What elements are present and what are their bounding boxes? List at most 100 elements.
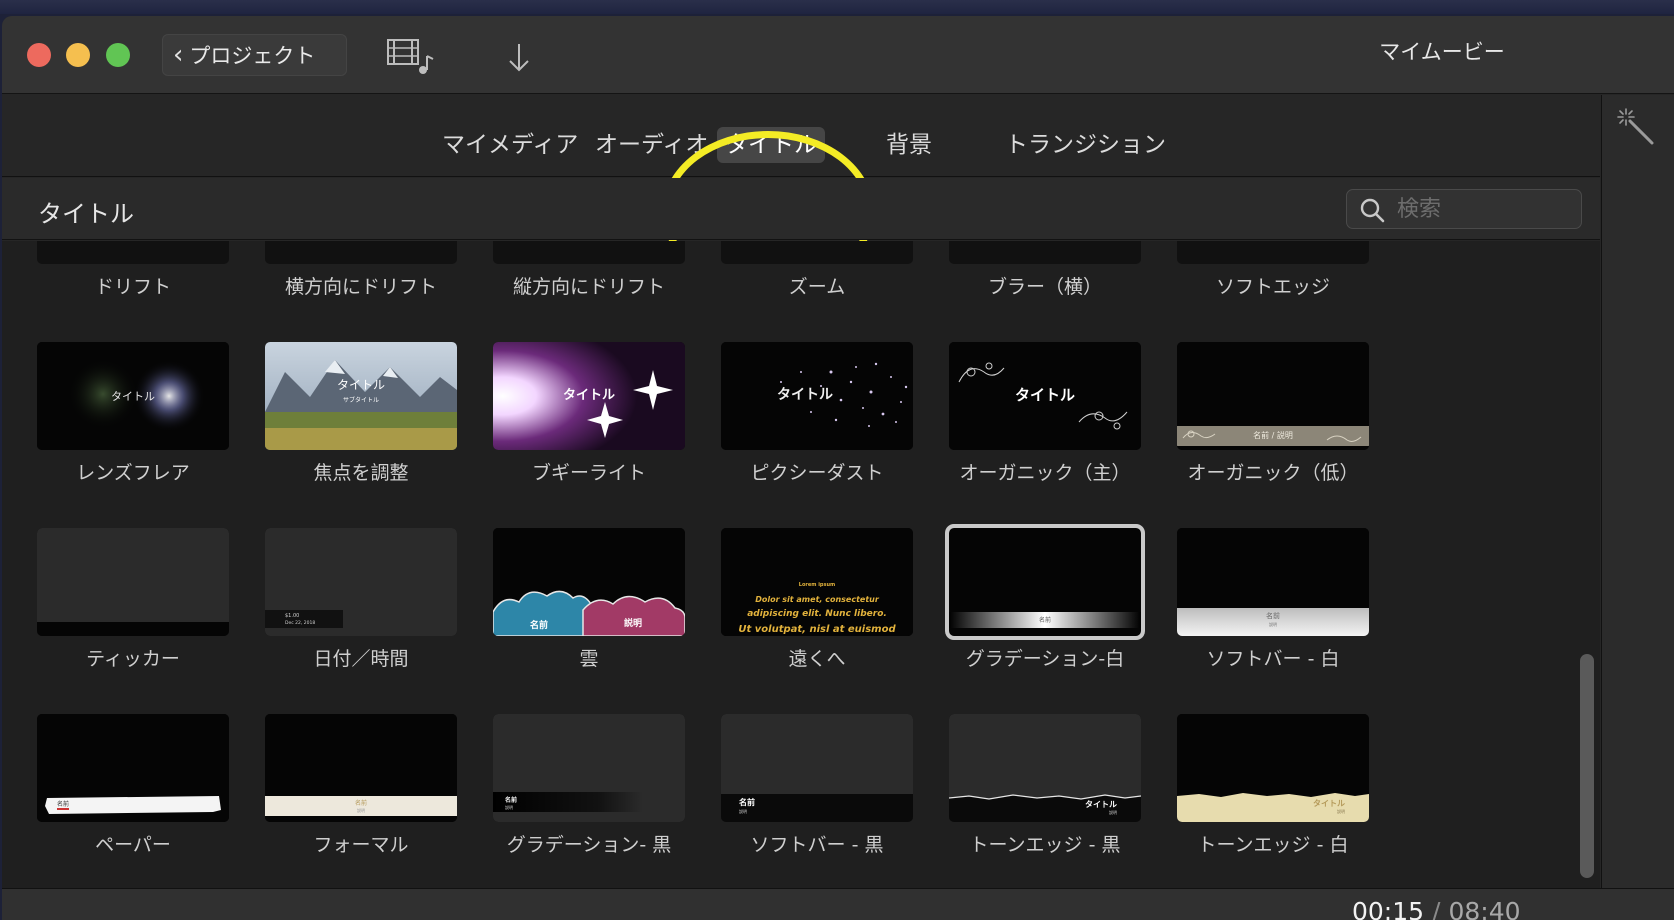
window-title: マイムービー <box>1379 40 1505 64</box>
torn-edge-black-thumbnail[interactable]: タイトル 説明 <box>949 714 1141 822</box>
title-thumbnail[interactable] <box>37 241 229 264</box>
adjust-focus-thumbnail[interactable]: タイトル サブタイトル <box>265 342 457 450</box>
back-to-projects-button[interactable]: ‹ プロジェクト <box>162 34 347 76</box>
thumb-date-line2: Dec 22, 2018 <box>285 620 315 626</box>
title-label: ブラー（横） <box>987 276 1102 298</box>
title-label: ソフトバー - 黒 <box>750 834 884 856</box>
thumb-name-text: 名前 <box>505 796 517 804</box>
thumb-desc-text: 説明 <box>624 617 642 629</box>
thumb-name-text: 名前 <box>739 797 755 807</box>
thumb-desc-text: 説明 <box>505 804 513 810</box>
scrollbar-thumb[interactable] <box>1580 654 1594 878</box>
timeline-footer: 00:15 / 08:40 <box>2 888 1674 920</box>
thumb-lorem-line4: Ut volutpat, nisl at euismod <box>738 624 896 635</box>
title-label: トーンエッジ - 白 <box>1197 834 1349 856</box>
tab-audio[interactable]: オーディオ <box>587 127 716 163</box>
boogie-lights-thumbnail[interactable]: タイトル <box>493 342 685 450</box>
organic-main-thumbnail[interactable]: タイトル <box>949 342 1141 450</box>
title-label: 焦点を調整 <box>313 462 409 484</box>
thumb-subtitle-text: サブタイトル <box>343 396 379 404</box>
title-thumbnail[interactable] <box>1177 241 1369 264</box>
thumb-title-text: タイトル <box>111 390 155 403</box>
date-time-thumbnail[interactable]: $1.00 Dec 22, 2018 <box>265 528 457 636</box>
title-label: ソフトエッジ <box>1215 276 1330 298</box>
title-label: グラデーション-白 <box>965 648 1125 670</box>
title-label: トーンエッジ - 黒 <box>969 834 1121 856</box>
tab-backgrounds[interactable]: 背景 <box>878 127 940 163</box>
far-far-away-thumbnail[interactable]: Lorem ipsum Dolor sit amet, consectetur … <box>721 528 913 636</box>
thumb-lorem-line3: adipiscing elit. Nunc libero. <box>747 609 887 619</box>
thumb-desc-text: 説明 <box>1337 808 1345 814</box>
gradient-black-thumbnail[interactable]: 名前 説明 <box>493 714 685 822</box>
title-label: グラデーション- 黒 <box>506 834 672 856</box>
thumb-title-text: タイトル <box>1085 799 1117 809</box>
thumb-desc-text: 説明 <box>739 808 747 814</box>
title-label: ドリフト <box>94 276 171 298</box>
title-label: ペーパー <box>95 834 171 856</box>
close-window-button[interactable] <box>27 43 51 67</box>
paper-thumbnail[interactable]: 名前 <box>37 714 229 822</box>
title-label: ティッカー <box>86 648 180 670</box>
thumb-desc-text: 説明 <box>1277 430 1293 440</box>
clouds-thumbnail[interactable]: 名前 説明 <box>493 528 685 636</box>
title-label: 横方向にドリフト <box>284 276 437 298</box>
ticker-thumbnail[interactable] <box>37 528 229 636</box>
thumb-desc-text: 説明 <box>1269 621 1277 627</box>
organic-lower-thumbnail[interactable]: 名前 / 説明 <box>1177 342 1369 450</box>
media-browser-icon[interactable] <box>386 38 440 76</box>
pixie-dust-thumbnail[interactable]: タイトル <box>721 342 913 450</box>
formal-thumbnail[interactable]: 名前 説明 <box>265 714 457 822</box>
title-thumbnail[interactable] <box>265 241 457 264</box>
search-input[interactable] <box>1397 194 1573 224</box>
title-thumbnail[interactable] <box>949 241 1141 264</box>
thumb-name-text: 名前 <box>355 799 367 807</box>
timecode-display: 00:15 / 08:40 <box>1352 897 1521 920</box>
current-time: 00:15 <box>1352 897 1425 920</box>
tab-transitions[interactable]: トランジション <box>997 127 1174 163</box>
search-box[interactable] <box>1346 189 1582 229</box>
total-duration: 08:40 <box>1448 897 1521 920</box>
section-title: タイトル <box>38 200 134 228</box>
back-button-label: プロジェクト <box>189 44 316 68</box>
thumb-name-text: 名前 <box>57 800 69 808</box>
tab-my-media[interactable]: マイメディア <box>434 127 586 163</box>
thumb-name-text: 名前 <box>530 619 548 631</box>
thumb-title-text: タイトル <box>1313 798 1345 808</box>
minimize-window-button[interactable] <box>66 43 90 67</box>
thumb-title-text: タイトル <box>337 378 385 392</box>
title-label: 遠くへ <box>788 648 846 670</box>
thumb-desc-text: 説明 <box>1109 809 1117 815</box>
chevron-left-icon: ‹ <box>173 40 184 70</box>
title-label: ブギーライト <box>531 462 646 484</box>
thumb-name-text: 名前 <box>1266 611 1280 620</box>
thumb-title-text: タイトル <box>777 387 833 403</box>
title-thumbnail[interactable] <box>493 241 685 264</box>
title-label: フォーマル <box>313 834 409 856</box>
thumb-lorem-line2: Dolor sit amet, consectetur <box>755 595 880 604</box>
title-label: ピクシーダスト <box>750 462 884 484</box>
import-arrow-icon[interactable] <box>505 40 533 76</box>
title-label: オーガニック（主） <box>959 462 1131 484</box>
title-label: ソフトバー - 白 <box>1206 648 1340 670</box>
browser-tab-bar: マイメディア オーディオ タイトル 背景 トランジション <box>2 95 1600 293</box>
title-label: レンズフレア <box>76 462 190 484</box>
title-label: ズーム <box>788 276 846 298</box>
magic-wand-icon[interactable] <box>1616 107 1656 147</box>
torn-edge-white-thumbnail[interactable]: タイトル 説明 <box>1177 714 1369 822</box>
imovie-window: ‹ プロジェクト マイムービー マイメディア オーディオ タイトル 背景 トラン… <box>2 16 1674 920</box>
titles-grid: ドリフト 横方向にドリフト 縦方向にドリフト ズーム ブラー（横） ソフトエッジ <box>2 241 1600 888</box>
tab-titles[interactable]: タイトル <box>717 127 825 163</box>
svg-text:名前 / 説明: 名前 / 説明 <box>1253 430 1293 440</box>
maximize-window-button[interactable] <box>106 43 130 67</box>
title-thumbnail[interactable] <box>721 241 913 264</box>
thumb-name-text: 名前 <box>1039 616 1051 624</box>
title-bar: ‹ プロジェクト マイムービー <box>2 16 1674 94</box>
thumb-title-text: タイトル <box>1015 386 1075 404</box>
thumb-name-text: 名前 <box>1253 430 1269 440</box>
soft-bar-white-thumbnail[interactable]: 名前 説明 <box>1177 528 1369 636</box>
thumb-date-line1: $1.00 <box>285 613 299 619</box>
soft-bar-black-thumbnail[interactable]: 名前 説明 <box>721 714 913 822</box>
section-header: タイトル <box>2 178 1600 240</box>
gradient-white-thumbnail[interactable]: 名前 <box>945 524 1145 640</box>
lens-flare-thumbnail[interactable]: タイトル <box>37 342 229 450</box>
